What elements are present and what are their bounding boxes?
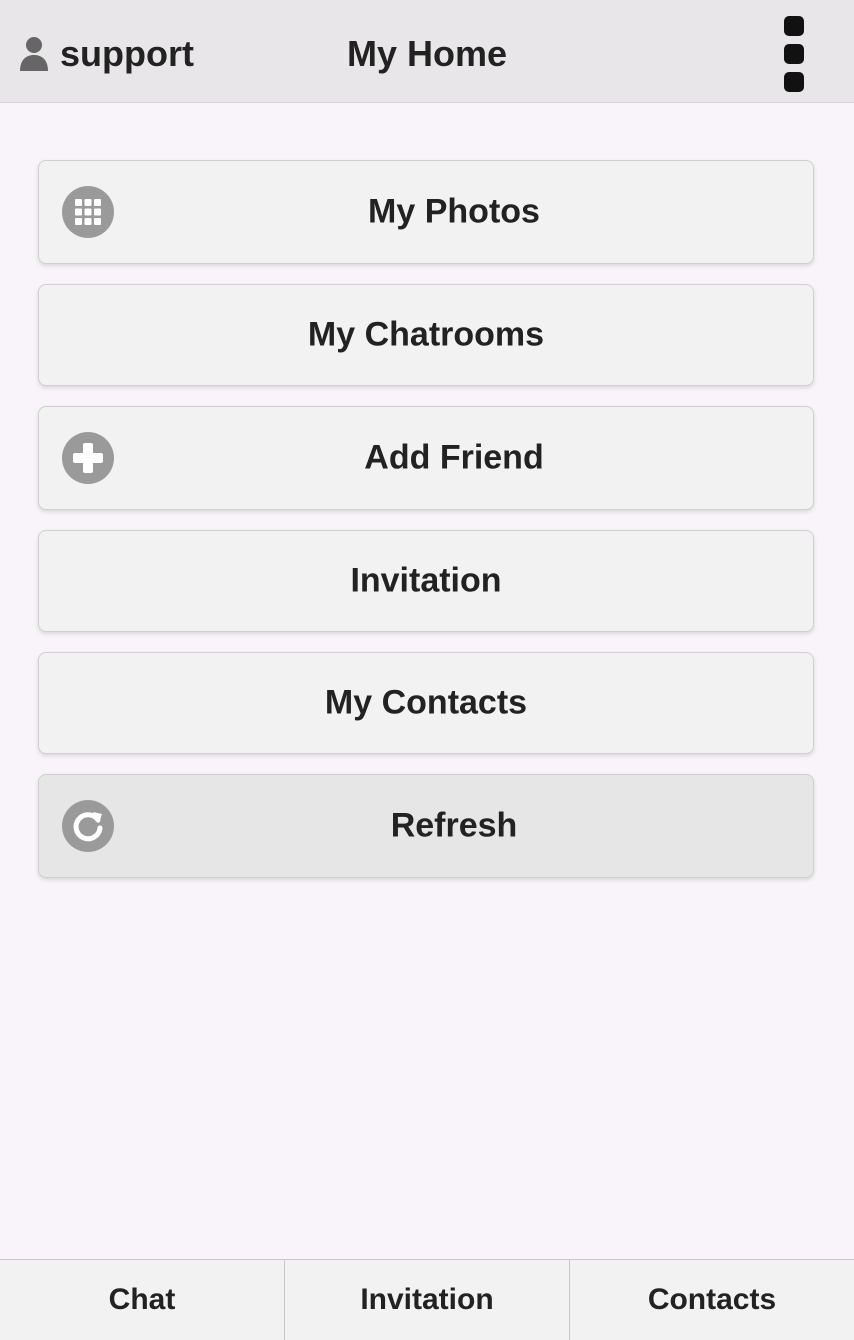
my-chatrooms-label: My Chatrooms: [307, 315, 545, 354]
refresh-button[interactable]: Refresh: [38, 774, 814, 878]
tab-invitation[interactable]: Invitation: [285, 1260, 570, 1340]
menu-dot: [784, 72, 804, 92]
user-info[interactable]: support: [18, 30, 194, 78]
menu-dot: [784, 16, 804, 36]
add-friend-label: Add Friend: [364, 438, 544, 477]
add-friend-button[interactable]: Add Friend: [38, 406, 814, 510]
invitation-button[interactable]: Invitation: [38, 530, 814, 632]
my-contacts-button[interactable]: My Contacts: [38, 652, 814, 754]
bottom-tab-bar: Chat Invitation Contacts: [0, 1259, 854, 1340]
header-bar: support My Home: [0, 0, 854, 103]
my-photos-label: My Photos: [368, 192, 540, 231]
username: support: [60, 33, 194, 74]
my-contacts-label: My Contacts: [324, 683, 528, 722]
my-chatrooms-button[interactable]: My Chatrooms: [38, 284, 814, 386]
user-icon: [20, 37, 48, 71]
refresh-label: Refresh: [390, 806, 518, 845]
menu-dot: [784, 44, 804, 64]
tab-chat[interactable]: Chat: [0, 1260, 285, 1340]
invitation-label: Invitation: [350, 561, 502, 600]
my-photos-button[interactable]: My Photos: [38, 160, 814, 264]
overflow-menu-icon[interactable]: [784, 16, 806, 92]
menu-list: My Photos My Chatrooms Add Friend Invita…: [38, 160, 814, 898]
tab-contacts[interactable]: Contacts: [570, 1260, 854, 1340]
